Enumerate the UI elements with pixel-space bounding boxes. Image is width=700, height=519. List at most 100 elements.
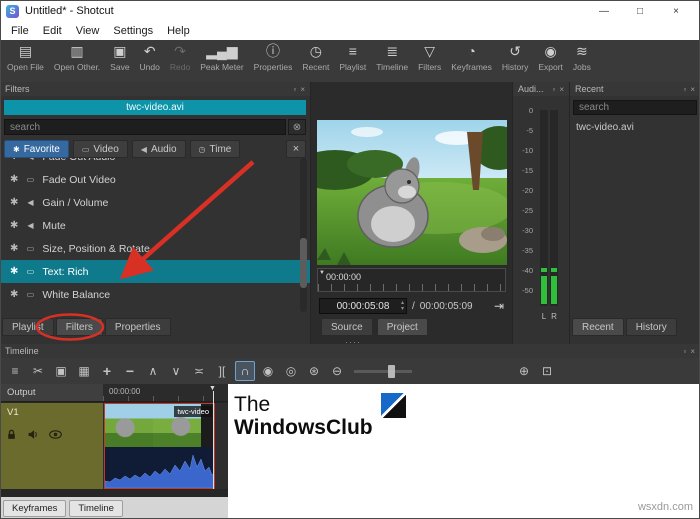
filter-item-text-rich[interactable]: ✱▭Text: Rich	[0, 260, 310, 283]
spin-down-icon[interactable]: ▾	[401, 306, 404, 312]
recent-search-input[interactable]	[573, 100, 697, 115]
dock-tab-properties[interactable]: Properties	[105, 318, 171, 336]
close-panel-icon[interactable]: ×	[559, 85, 564, 94]
filters-search-input[interactable]	[4, 119, 286, 135]
lock-icon[interactable]	[6, 429, 17, 440]
playlist-button[interactable]: ≡Playlist	[335, 43, 370, 72]
clear-search-icon[interactable]: ⊗	[288, 119, 306, 135]
dock-tab-history[interactable]: History	[626, 318, 677, 336]
timeline-menu-icon[interactable]: ≡	[5, 361, 25, 381]
minimize-button[interactable]: —	[586, 0, 622, 22]
filter-item-gain-volume[interactable]: ✱◀Gain / Volume	[0, 191, 310, 214]
keyframes-button[interactable]: ◔Keyframes	[447, 43, 496, 72]
filter-list-scrollbar[interactable]	[300, 158, 307, 312]
db-scale-label: -35	[515, 246, 533, 255]
filter-item-fade-out-video[interactable]: ✱▭Fade Out Video	[0, 168, 310, 191]
video-clip[interactable]: twc-video	[104, 403, 215, 489]
marker-icon[interactable]: ≍	[189, 361, 209, 381]
scrub-while-dragging-icon[interactable]: ◉	[258, 361, 278, 381]
v1-track-lane: twc-video	[103, 403, 228, 489]
filter-item-mute[interactable]: ✱◀Mute	[0, 214, 310, 237]
float-panel-icon[interactable]: ▫	[683, 85, 686, 94]
audio-filter-icon: ◀	[25, 158, 35, 161]
cut-icon[interactable]: ✂	[28, 361, 48, 381]
playhead-marker-icon[interactable]: ▼	[319, 270, 325, 276]
filter-tab-audio[interactable]: ◀Audio	[132, 140, 186, 158]
scrollbar-thumb[interactable]	[300, 238, 307, 288]
ripple-icon[interactable]: ◎	[281, 361, 301, 381]
dock-tab-playlist[interactable]: Playlist	[2, 318, 54, 336]
output-track-header[interactable]: Output	[0, 384, 103, 402]
filter-tab-favorite[interactable]: ✱Favorite	[4, 140, 69, 158]
close-button[interactable]: ×	[658, 0, 694, 22]
dock-tab-timeline[interactable]: Timeline	[69, 500, 123, 517]
recent-file-item[interactable]: twc-video.avi	[576, 122, 634, 133]
window-title: Untitled* - Shotcut	[25, 5, 114, 17]
audio-peak-meter-panel: Audi... ▫ × 0 -5 -10 -15 -20 -25 -30 -35…	[512, 82, 569, 344]
peak-meter-button[interactable]: ▂▄▆Peak Meter	[196, 43, 247, 72]
logo-text-the: The	[234, 393, 373, 416]
ruler-timecode: 00:00:00	[109, 387, 140, 396]
speaker-icon: ◀	[141, 145, 147, 154]
zoom-fit-icon[interactable]: ⊡	[537, 361, 557, 381]
menu-file[interactable]: File	[4, 24, 36, 38]
skip-to-end-button[interactable]: ⇥	[494, 299, 504, 313]
history-button[interactable]: ↺History	[498, 43, 532, 72]
close-panel-icon[interactable]: ×	[690, 347, 695, 356]
dock-tab-recent[interactable]: Recent	[572, 318, 624, 336]
float-panel-icon[interactable]: ▫	[552, 85, 555, 94]
float-panel-icon[interactable]: ▫	[683, 347, 686, 356]
preview-tab-project[interactable]: Project	[377, 318, 428, 336]
filters-button[interactable]: ▽Filters	[414, 43, 445, 72]
video-frame-art	[317, 120, 507, 265]
save-button[interactable]: ▣Save	[106, 43, 133, 72]
snap-magnet-icon[interactable]: ∩	[235, 361, 255, 381]
jobs-button[interactable]: ≋Jobs	[569, 43, 595, 72]
open-other-button[interactable]: ▥Open Other.	[50, 43, 104, 72]
open-file-button[interactable]: ▤Open File	[3, 43, 48, 72]
timeline-zoom-slider[interactable]	[354, 370, 412, 373]
zoom-out-icon[interactable]: ⊖	[327, 361, 347, 381]
preview-tab-source[interactable]: Source	[321, 318, 373, 336]
recent-button[interactable]: ◷Recent	[298, 43, 333, 72]
current-time-field[interactable]: 00:00:05:08 ▴▾	[319, 298, 407, 314]
filter-tab-video[interactable]: ▭Video	[73, 140, 128, 158]
hide-eye-icon[interactable]	[49, 430, 62, 439]
ripple-delete-icon[interactable]: −	[120, 361, 140, 381]
copy-icon[interactable]: ▣	[51, 361, 71, 381]
ripple-all-tracks-icon[interactable]: ⊛	[304, 361, 324, 381]
float-panel-icon[interactable]: ▫	[293, 85, 296, 94]
zoom-slider-thumb[interactable]	[388, 365, 395, 378]
close-panel-icon[interactable]: ×	[690, 85, 695, 94]
timeline-button[interactable]: ≣Timeline	[372, 43, 412, 72]
close-filter-list-icon[interactable]: ×	[286, 140, 306, 158]
close-panel-icon[interactable]: ×	[300, 85, 305, 94]
menu-edit[interactable]: Edit	[36, 24, 69, 38]
preview-scrubber[interactable]: ▼ 00:00:00	[317, 268, 506, 292]
menu-view[interactable]: View	[69, 24, 107, 38]
mute-speaker-icon[interactable]	[27, 429, 39, 440]
dock-tab-keyframes[interactable]: Keyframes	[3, 500, 66, 517]
filter-item-size-position-rotate[interactable]: ✱▭Size, Position & Rotate	[0, 237, 310, 260]
export-button[interactable]: ◉Export	[534, 43, 567, 72]
filter-item-fade-out-audio[interactable]: ✱◀Fade Out Audio	[0, 158, 310, 168]
menu-help[interactable]: Help	[160, 24, 197, 38]
overwrite-icon[interactable]: ∨	[166, 361, 186, 381]
maximize-button[interactable]: □	[622, 0, 658, 22]
current-clip-name: twc-video.avi	[4, 100, 306, 115]
split-icon[interactable]: ][	[212, 361, 232, 381]
properties-button[interactable]: ⓘProperties	[250, 43, 297, 72]
playhead-line[interactable]	[213, 391, 214, 489]
v1-track-header[interactable]: V1	[0, 403, 103, 489]
lift-icon[interactable]: ∧	[143, 361, 163, 381]
video-filter-icon: ▭	[25, 244, 35, 253]
menu-settings[interactable]: Settings	[106, 24, 160, 38]
undo-button[interactable]: ↶Undo	[136, 43, 164, 72]
filter-item-white-balance[interactable]: ✱▭White Balance	[0, 283, 310, 306]
open-other-icon: ▥	[70, 43, 83, 60]
append-icon[interactable]: +	[97, 361, 117, 381]
zoom-in-icon[interactable]: ⊕	[514, 361, 534, 381]
paste-icon[interactable]: ▦	[74, 361, 94, 381]
dock-tab-filters[interactable]: Filters	[56, 318, 103, 336]
filter-tab-time[interactable]: ◷Time	[190, 140, 241, 158]
